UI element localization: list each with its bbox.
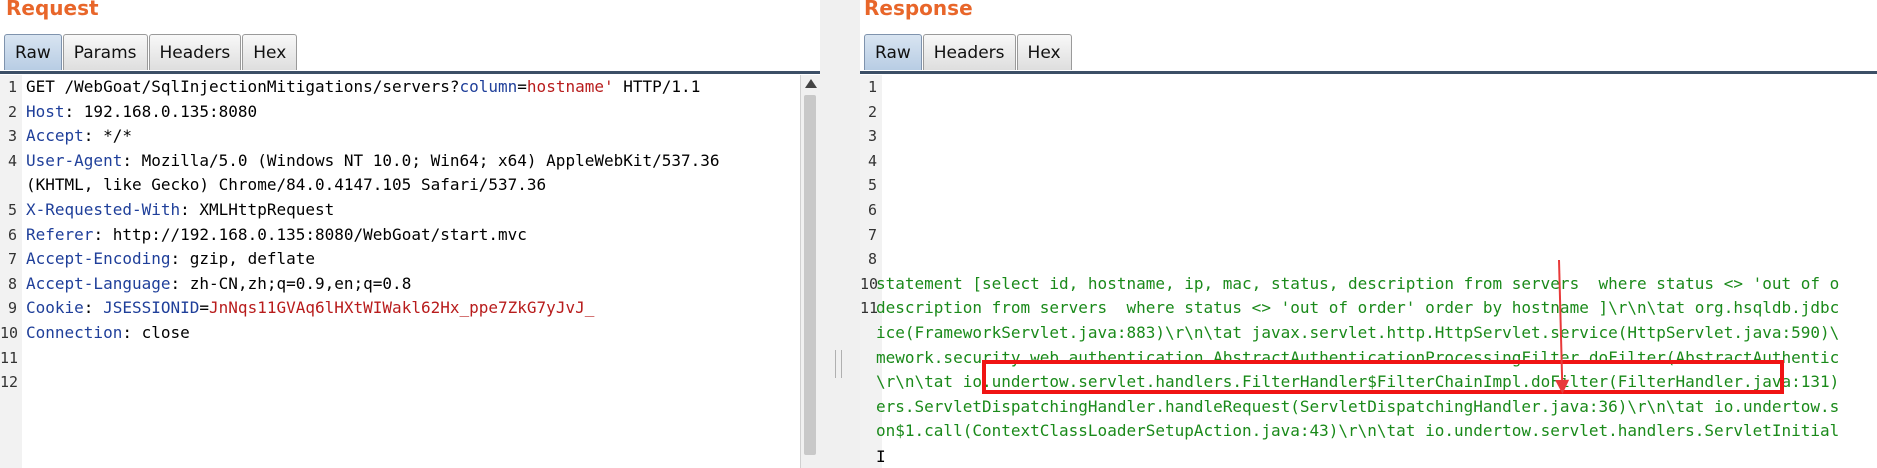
text-segment: : 192.168.0.135:8080: [64, 101, 258, 121]
highlight-box: [982, 360, 1784, 394]
response-title: Response: [864, 0, 973, 20]
header-name: X-Requested-With: [26, 200, 181, 219]
line-number: 2: [7, 102, 17, 121]
tab-raw[interactable]: Raw: [864, 34, 922, 70]
request-line-text: User-Agent: Mozilla/5.0 (Windows NT 10.0…: [26, 149, 720, 173]
line-number: 1: [867, 78, 877, 96]
pane-splitter[interactable]: [820, 0, 860, 468]
text-cursor-icon: I: [876, 447, 886, 466]
response-editor[interactable]: 1 2 3 4 5 6 7 8 10 statement [select id, hostname…: [860, 75, 1877, 468]
text-segment: : gzip, deflate: [170, 249, 316, 269]
text-segment: GET /WebGoat/SqlInjectionMitigations/ser…: [26, 77, 460, 96]
text-segment: =: [199, 298, 210, 318]
tab-headers[interactable]: Headers: [148, 34, 242, 70]
request-tabs: Raw Params Headers Hex: [4, 34, 298, 72]
line-number: 7: [7, 250, 17, 269]
param-name: column: [459, 77, 518, 96]
tab-raw[interactable]: Raw: [4, 34, 62, 70]
scroll-thumb[interactable]: [804, 95, 816, 455]
header-name: Referer: [26, 224, 94, 244]
line-number: 8: [867, 250, 877, 269]
param-value: JnNqs11GVAq6lHXtWIWakl62Hx_ppe7ZkG7yJvJ_: [209, 298, 595, 318]
line-number: 11: [0, 348, 19, 367]
tab-hex[interactable]: Hex: [1016, 34, 1072, 70]
header-name: Accept-Encoding: [26, 249, 171, 269]
line-number: 3: [7, 127, 17, 146]
response-line-text: on$1.call(ContextClassLoaderSetupAction.…: [876, 421, 1840, 441]
text-segment: : http://192.168.0.135:8080/WebGoat/star…: [93, 224, 527, 244]
request-scrollbar[interactable]: [800, 75, 820, 468]
header-name: Connection: [26, 323, 123, 342]
request-line-text: Accept-Encoding: gzip, deflate: [26, 247, 315, 271]
response-line-text: statement [select id, hostname, ip, mac,…: [876, 273, 1840, 293]
text-segment: : XMLHttpRequest: [180, 200, 335, 219]
header-name: Cookie: [26, 298, 84, 318]
tab-divider: [860, 71, 1877, 74]
splitter-grip-icon[interactable]: [835, 350, 842, 378]
line-number: 2: [867, 102, 877, 121]
param-value: hostname': [526, 77, 614, 96]
request-pane: Request Raw Params Headers Hex 1 GET /Web…: [0, 0, 820, 468]
text-segment: :: [83, 298, 104, 318]
header-name: Host: [26, 101, 65, 121]
line-number: 3: [867, 127, 877, 146]
request-editor[interactable]: 1 GET /WebGoat/SqlInjectionMitigations/se…: [0, 75, 820, 468]
line-number: 5: [867, 176, 877, 195]
tab-divider: [0, 71, 820, 74]
line-number: 11: [860, 299, 879, 318]
request-line-text: Accept: */*: [26, 124, 132, 148]
request-line-text: GET /WebGoat/SqlInjectionMitigations/ser…: [26, 75, 700, 99]
text-segment: (KHTML, like Gecko) Chrome/84.0.4147.105…: [26, 175, 547, 195]
text-segment: : zh-CN,zh;q=0.9,en;q=0.8: [170, 273, 412, 293]
response-pane: Response Raw Headers Hex 1 2 3 4 5 6 7 8 10 state…: [860, 0, 1877, 468]
line-number: 6: [7, 225, 17, 244]
response-line-text: ers.ServletDispatchingHandler.handleRequ…: [876, 396, 1840, 416]
response-line-text: description from servers where status <>…: [876, 298, 1840, 318]
response-tabs: Raw Headers Hex: [864, 34, 1073, 72]
request-line-text: Host: 192.168.0.135:8080: [26, 100, 257, 124]
line-number: 1: [7, 78, 17, 96]
request-line-text: X-Requested-With: XMLHttpRequest: [26, 198, 334, 222]
line-number: 8: [7, 274, 17, 293]
header-name: Accept-Language: [26, 273, 171, 293]
scroll-up-arrow-icon[interactable]: [805, 79, 817, 88]
request-line-text: Referer: http://192.168.0.135:8080/WebGo…: [26, 223, 527, 247]
line-number: 10: [0, 324, 19, 342]
line-number: 4: [7, 151, 17, 170]
header-name: User-Agent: [26, 150, 123, 170]
text-segment: : close: [122, 323, 190, 342]
line-number: 12: [0, 373, 19, 392]
line-number: 5: [7, 201, 17, 219]
text-segment: =: [517, 77, 527, 96]
line-number: 9: [7, 299, 17, 318]
line-number: 7: [867, 225, 877, 244]
param-name: JSESSIONID: [103, 298, 200, 318]
tab-headers[interactable]: Headers: [922, 34, 1016, 70]
request-title: Request: [6, 0, 99, 20]
request-line-text: (KHTML, like Gecko) Chrome/84.0.4147.105…: [26, 173, 546, 197]
request-line-text: Accept-Language: zh-CN,zh;q=0.9,en;q=0.8: [26, 272, 411, 296]
request-line-text: Cookie: JSESSIONID=JnNqs11GVAq6lHXtWIWak…: [26, 296, 594, 320]
text-segment: : */*: [83, 126, 132, 146]
tab-params[interactable]: Params: [62, 34, 148, 70]
text-segment: HTTP/1.1: [613, 77, 701, 96]
line-number: 10: [860, 274, 879, 293]
request-line-text: Connection: close: [26, 321, 190, 345]
response-line-text: ice(FrameworkServlet.java:883)\r\n\tat j…: [876, 323, 1840, 342]
text-segment: : Mozilla/5.0 (Windows NT 10.0; Win64; x…: [122, 150, 720, 170]
header-name: Accept: [26, 126, 84, 146]
line-number: 6: [867, 201, 877, 219]
line-number: 4: [867, 151, 877, 170]
tab-hex[interactable]: Hex: [242, 34, 298, 70]
